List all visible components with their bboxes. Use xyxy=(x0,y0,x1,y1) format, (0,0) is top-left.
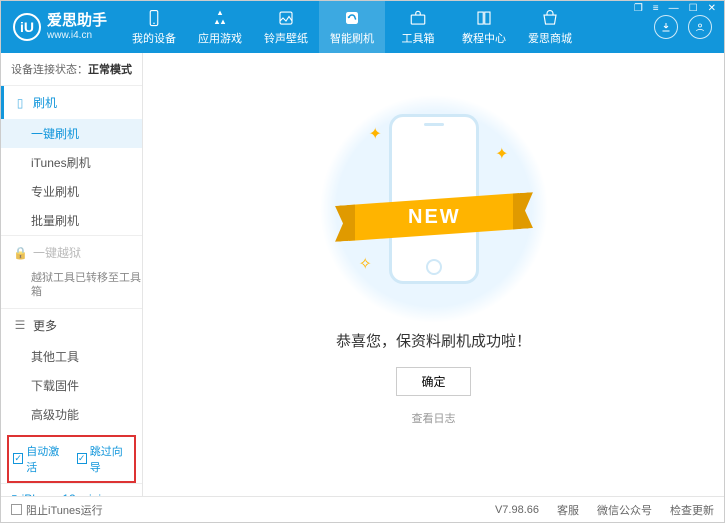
nav-tutorials[interactable]: 教程中心 xyxy=(451,1,517,53)
main-content: ✦ ✦ ✧ NEW 恭喜您，保资料刷机成功啦！ 确定 查看日志 xyxy=(143,53,724,496)
nav-store[interactable]: 爱思商城 xyxy=(517,1,583,53)
wallpaper-icon xyxy=(277,9,295,27)
jailbreak-note: 越狱工具已转移至工具箱 xyxy=(1,269,142,308)
app-url: www.i4.cn xyxy=(47,30,107,41)
nav-my-device[interactable]: 我的设备 xyxy=(121,1,187,53)
checkbox-icon: ✓ xyxy=(13,453,23,464)
toolbox-icon xyxy=(409,9,427,27)
sidebar-label: 更多 xyxy=(33,317,57,334)
version-label: V7.98.66 xyxy=(495,504,539,516)
view-log-link[interactable]: 查看日志 xyxy=(412,410,456,426)
lock-icon: 🔒 xyxy=(13,246,27,260)
checkbox-skip-guide[interactable]: ✓ 跳过向导 xyxy=(77,443,131,475)
header-right xyxy=(642,15,724,39)
sidebar-flash-header[interactable]: ▯ 刷机 xyxy=(1,86,142,119)
sidebar-item-pro-flash[interactable]: 专业刷机 xyxy=(1,177,142,206)
nav-flash[interactable]: 智能刷机 xyxy=(319,1,385,53)
book-icon xyxy=(475,9,493,27)
apps-icon xyxy=(211,9,229,27)
sidebar-item-other-tools[interactable]: 其他工具 xyxy=(1,342,142,371)
device-info[interactable]: ▯ iPhone 12 mini 64GB Down-12mini-13,1 xyxy=(1,483,142,496)
title-bar: ❐ ≡ — ☐ ✕ iU 爱思助手 www.i4.cn 我的设备 应用游戏 xyxy=(1,1,724,53)
body: 设备连接状态：正常模式 ▯ 刷机 一键刷机 iTunes刷机 专业刷机 批量刷机… xyxy=(1,53,724,496)
sidebar-more-header[interactable]: ☰ 更多 xyxy=(1,309,142,342)
sidebar-item-oneclick-flash[interactable]: 一键刷机 xyxy=(1,119,142,148)
status-bar: 阻止iTunes运行 V7.98.66 客服 微信公众号 检查更新 xyxy=(1,496,724,522)
sidebar-item-batch-flash[interactable]: 批量刷机 xyxy=(1,206,142,235)
app-title: 爱思助手 xyxy=(47,13,107,30)
phone-icon: ▯ xyxy=(13,96,27,110)
nav-label: 智能刷机 xyxy=(330,30,374,46)
success-message: 恭喜您，保资料刷机成功啦！ xyxy=(336,330,531,351)
ok-button[interactable]: 确定 xyxy=(396,367,470,396)
nav-label: 工具箱 xyxy=(402,30,435,46)
checkbox-block-itunes[interactable]: 阻止iTunes运行 xyxy=(11,502,103,518)
sidebar-label: 刷机 xyxy=(33,94,57,111)
sidebar-label: 一键越狱 xyxy=(33,244,81,261)
nav-label: 铃声壁纸 xyxy=(264,30,308,46)
nav-label: 我的设备 xyxy=(132,30,176,46)
sidebar-item-itunes-flash[interactable]: iTunes刷机 xyxy=(1,148,142,177)
ribbon-text: NEW xyxy=(407,205,460,228)
logo-icon: iU xyxy=(13,13,41,41)
list-icon: ☰ xyxy=(13,318,27,332)
sidebar-item-download-firmware[interactable]: 下载固件 xyxy=(1,371,142,400)
menu-button[interactable]: ≡ xyxy=(649,3,663,14)
checkbox-icon xyxy=(11,504,22,515)
nav-label: 应用游戏 xyxy=(198,30,242,46)
checkbox-auto-activate[interactable]: ✓ 自动激活 xyxy=(13,443,67,475)
account-button[interactable] xyxy=(688,15,712,39)
close-button[interactable]: ✕ xyxy=(704,3,720,14)
sidebar-item-advanced[interactable]: 高级功能 xyxy=(1,400,142,429)
check-update-link[interactable]: 检查更新 xyxy=(670,502,714,518)
flash-icon xyxy=(343,9,361,27)
checkbox-icon: ✓ xyxy=(77,453,87,464)
skin-button[interactable]: ❐ xyxy=(630,3,647,14)
sidebar-jailbreak-header: 🔒 一键越狱 xyxy=(1,236,142,269)
sidebar: 设备连接状态：正常模式 ▯ 刷机 一键刷机 iTunes刷机 专业刷机 批量刷机… xyxy=(1,53,143,496)
wechat-link[interactable]: 微信公众号 xyxy=(597,502,652,518)
main-nav: 我的设备 应用游戏 铃声壁纸 智能刷机 工具箱 教程中心 xyxy=(121,1,642,53)
store-icon xyxy=(541,9,559,27)
logo: iU 爱思助手 www.i4.cn xyxy=(1,13,121,41)
support-link[interactable]: 客服 xyxy=(557,502,579,518)
success-illustration: ✦ ✦ ✧ NEW xyxy=(349,104,519,304)
phone-icon xyxy=(145,9,163,27)
nav-label: 爱思商城 xyxy=(528,30,572,46)
nav-label: 教程中心 xyxy=(462,30,506,46)
nav-toolbox[interactable]: 工具箱 xyxy=(385,1,451,53)
nav-apps[interactable]: 应用游戏 xyxy=(187,1,253,53)
app-window: ❐ ≡ — ☐ ✕ iU 爱思助手 www.i4.cn 我的设备 应用游戏 xyxy=(0,0,725,523)
minimize-button[interactable]: — xyxy=(665,3,683,14)
connection-status: 设备连接状态：正常模式 xyxy=(1,53,142,85)
window-controls: ❐ ≡ — ☐ ✕ xyxy=(630,3,720,14)
nav-ringtones[interactable]: 铃声壁纸 xyxy=(253,1,319,53)
download-button[interactable] xyxy=(654,15,678,39)
maximize-button[interactable]: ☐ xyxy=(685,3,702,14)
options-box: ✓ 自动激活 ✓ 跳过向导 xyxy=(7,435,136,483)
